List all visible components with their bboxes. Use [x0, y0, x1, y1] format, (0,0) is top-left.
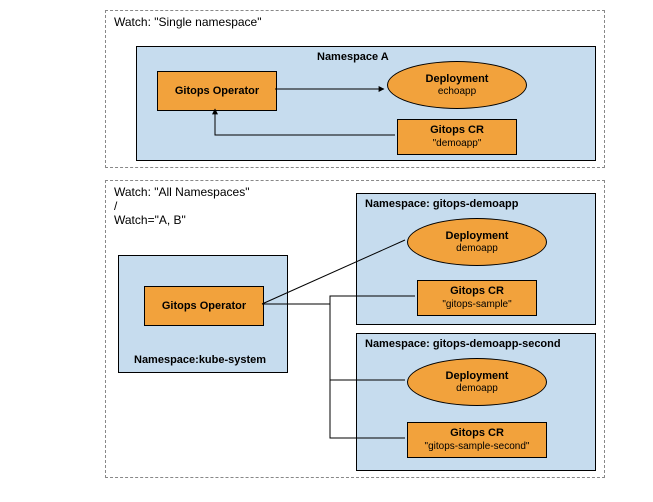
namespace-demoapp-second-box: Namespace: gitops-demoapp-second Deploym… — [356, 333, 596, 471]
panel-single-title: Watch: "Single namespace" — [114, 15, 261, 29]
namespace-kube-system-box: Gitops Operator Namespace:kube-system — [118, 255, 288, 373]
cr-demoapp-title: Gitops CR — [430, 124, 484, 137]
namespace-kube-system-label: Namespace:kube-system — [134, 354, 266, 366]
deployment-demoapp-2: Deployment demoapp — [407, 358, 547, 406]
cr-demoapp-name: "demoapp" — [433, 138, 482, 150]
operator-a: Gitops Operator — [157, 71, 277, 111]
deployment-echoapp: Deployment echoapp — [387, 61, 527, 109]
deployment-demoapp-1-title: Deployment — [446, 230, 509, 242]
cr-gitops-sample-second-name: "gitops-sample-second" — [425, 441, 530, 453]
panel-multi-title: Watch: "All Namespaces" / Watch="A, B" — [114, 185, 249, 227]
operator-kube-system: Gitops Operator — [144, 286, 264, 326]
deployment-demoapp-2-name: demoapp — [456, 383, 498, 394]
namespace-a-label: Namespace A — [317, 51, 389, 63]
cr-gitops-sample-second: Gitops CR "gitops-sample-second" — [407, 422, 547, 458]
namespace-demoapp-box: Namespace: gitops-demoapp Deployment dem… — [356, 193, 596, 325]
deployment-echoapp-name: echoapp — [438, 86, 476, 97]
deployment-demoapp-1: Deployment demoapp — [407, 218, 547, 266]
deployment-echoapp-title: Deployment — [426, 73, 489, 85]
namespace-a-box: Namespace A Gitops Operator Deployment e… — [136, 46, 596, 161]
panel-multi-namespace: Watch: "All Namespaces" / Watch="A, B" G… — [105, 180, 605, 478]
deployment-demoapp-1-name: demoapp — [456, 243, 498, 254]
namespace-demoapp-label: Namespace: gitops-demoapp — [365, 198, 518, 210]
namespace-demoapp-second-label: Namespace: gitops-demoapp-second — [365, 338, 561, 350]
diagram-stage: Watch: "Single namespace" Namespace A Gi… — [0, 0, 653, 502]
cr-gitops-sample: Gitops CR "gitops-sample" — [417, 280, 537, 316]
deployment-demoapp-2-title: Deployment — [446, 370, 509, 382]
panel-single-namespace: Watch: "Single namespace" Namespace A Gi… — [105, 10, 605, 168]
cr-gitops-sample-title: Gitops CR — [450, 285, 504, 298]
cr-gitops-sample-second-title: Gitops CR — [450, 427, 504, 440]
cr-demoapp: Gitops CR "demoapp" — [397, 119, 517, 155]
cr-gitops-sample-name: "gitops-sample" — [442, 299, 511, 311]
